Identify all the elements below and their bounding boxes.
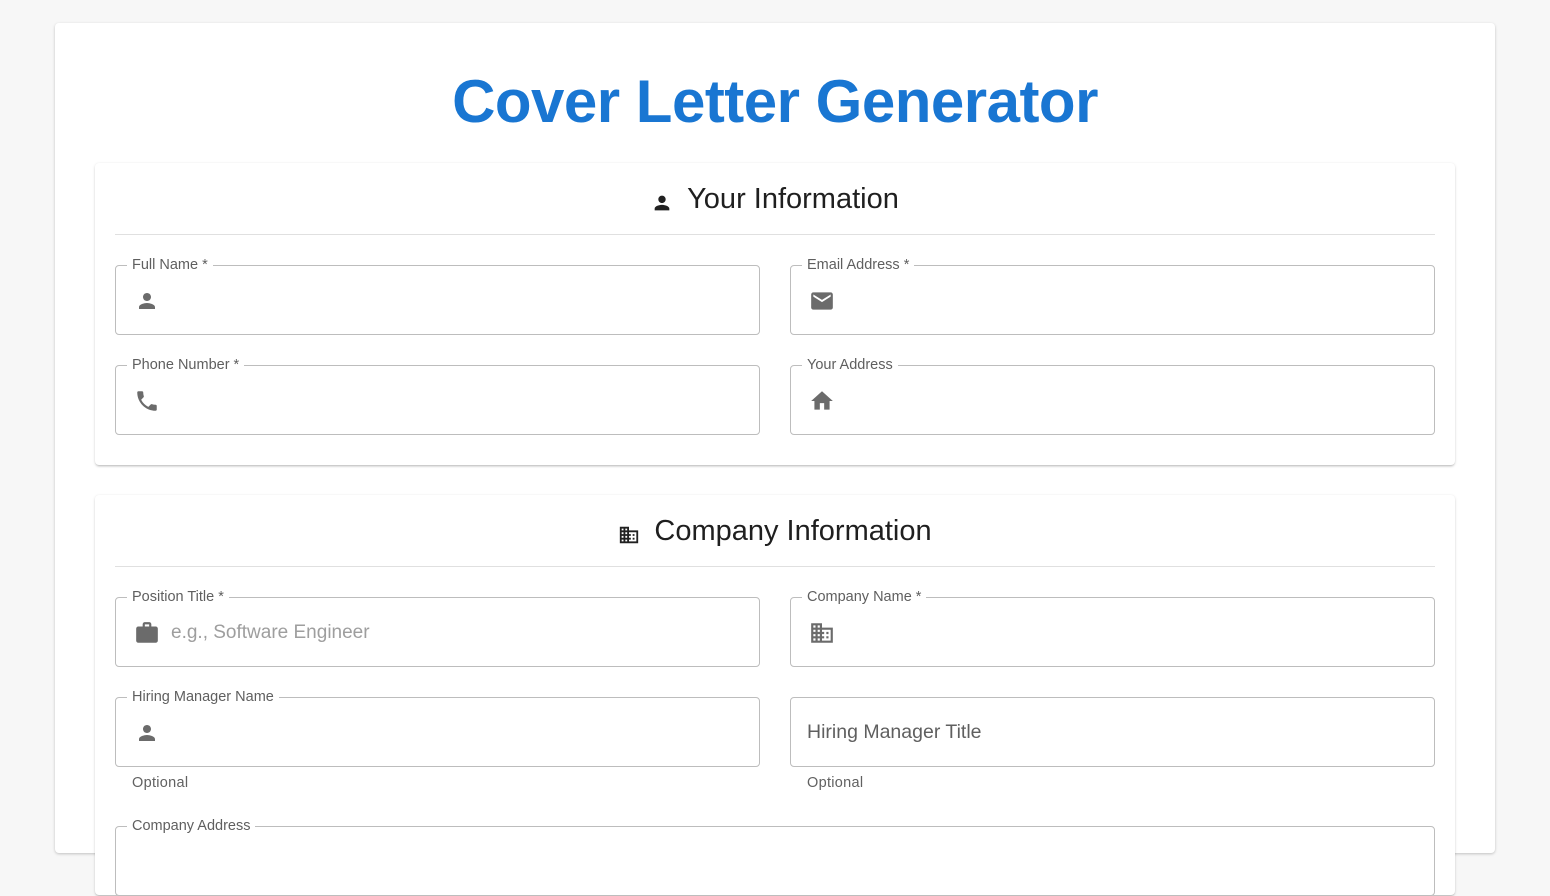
home-icon [809, 388, 835, 414]
section-heading: Company Information [654, 514, 932, 547]
company-address-label: Company Address [127, 817, 256, 835]
company-address-field[interactable]: Company Address [115, 817, 1435, 896]
address-input[interactable] [846, 389, 1419, 413]
address-label: Your Address [802, 356, 898, 374]
email-input[interactable] [846, 289, 1419, 313]
full-name-label: Full Name * [127, 256, 213, 274]
company-address-outline [115, 826, 1435, 896]
full-name-field[interactable]: Full Name * [115, 256, 760, 335]
position-title-input[interactable] [171, 621, 744, 645]
person-icon [134, 720, 160, 746]
company-name-label: Company Name * [802, 588, 927, 606]
phone-input[interactable] [171, 389, 744, 413]
phone-label: Phone Number * [127, 356, 245, 374]
person-icon [134, 288, 160, 314]
email-icon [809, 288, 835, 314]
building-icon [809, 620, 835, 646]
helper-text: Optional [132, 775, 189, 791]
hiring-manager-name-field[interactable]: Hiring Manager Name Optional [115, 688, 760, 791]
hiring-manager-name-label: Hiring Manager Name [127, 688, 279, 706]
form-page: Cover Letter Generator Your Information … [55, 23, 1495, 896]
hiring-manager-title-input[interactable] [807, 721, 1419, 745]
briefcase-icon [134, 620, 160, 646]
company-name-input[interactable] [846, 621, 1419, 645]
position-title-field[interactable]: Position Title * [115, 588, 760, 667]
your-information-card: Your Information Full Name * Email Addre… [95, 163, 1455, 465]
company-name-field[interactable]: Company Name * [790, 588, 1435, 667]
helper-text: Optional [807, 775, 864, 791]
email-field[interactable]: Email Address * [790, 256, 1435, 335]
full-name-input[interactable] [171, 289, 744, 313]
your-information-header: Your Information [115, 163, 1435, 235]
section-heading: Your Information [687, 182, 899, 215]
hiring-manager-title-field[interactable]: Hiring Manager Title Optional [790, 697, 1435, 791]
company-information-header: Company Information [115, 495, 1435, 567]
phone-field[interactable]: Phone Number * [115, 356, 760, 435]
company-information-card: Company Information Position Title * Com… [95, 495, 1455, 896]
email-label: Email Address * [802, 256, 915, 274]
building-icon [618, 524, 640, 546]
address-field[interactable]: Your Address [790, 356, 1435, 435]
person-icon [651, 192, 673, 214]
page-title: Cover Letter Generator [452, 68, 1098, 135]
hiring-manager-name-input[interactable] [171, 721, 744, 745]
position-title-label: Position Title * [127, 588, 229, 606]
phone-icon [134, 388, 160, 414]
